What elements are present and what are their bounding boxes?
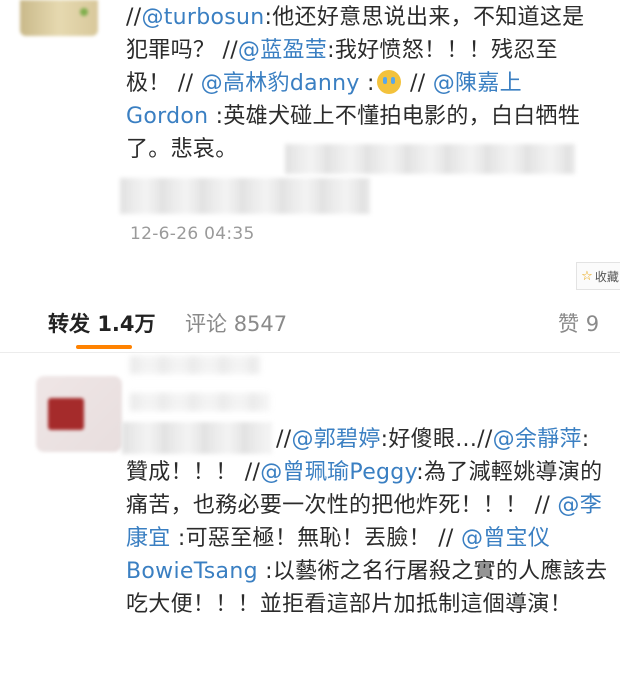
divider xyxy=(0,352,620,353)
tab-comments-label: 评论 xyxy=(185,312,227,336)
redacted-content xyxy=(285,144,575,174)
avatar[interactable] xyxy=(20,0,98,36)
comment-segment: // xyxy=(276,427,292,452)
comment-segment: // xyxy=(402,71,433,96)
tab-repost-count: 1.4万 xyxy=(97,312,156,336)
mention-link[interactable]: @曾珮瑜Peggy xyxy=(260,460,416,485)
favorite-button[interactable]: ☆ 收藏 xyxy=(576,262,620,290)
tab-likes[interactable]: 赞 9 xyxy=(558,308,599,338)
redacted-content xyxy=(120,178,370,214)
comment-segment: // xyxy=(126,5,142,30)
comment-segment: : xyxy=(359,71,375,96)
comment-segment: :好傻眼...// xyxy=(380,427,493,452)
comment-segment: :可惡至極！無恥！丟臉！ // xyxy=(170,526,461,551)
tab-repost[interactable]: 转发 1.4万 xyxy=(48,308,156,338)
comment-text: //@郭碧婷:好傻眼...//@余靜萍:贊成！！！ //@曾珮瑜Peggy:為了… xyxy=(126,423,610,675)
redacted-content xyxy=(130,356,260,374)
mention-link[interactable]: @蓝盈莹 xyxy=(238,38,327,63)
tab-repost-label: 转发 xyxy=(48,312,90,336)
favorite-label: 收藏 xyxy=(594,269,619,284)
tab-likes-label: 赞 xyxy=(558,312,579,336)
tab-comments-count: 8547 xyxy=(233,312,288,336)
crying-face-icon xyxy=(376,70,401,94)
tab-comments[interactable]: 评论 8547 xyxy=(185,308,287,338)
mention-link[interactable]: @高林豹danny xyxy=(201,71,360,96)
mention-link[interactable]: @余靜萍 xyxy=(493,427,582,452)
tab-active-indicator xyxy=(76,345,132,349)
comment-timestamp: 12-6-26 04:35 xyxy=(130,224,255,244)
avatar[interactable] xyxy=(36,376,122,452)
tab-likes-count: 9 xyxy=(585,312,600,336)
mention-link[interactable]: @turbosun xyxy=(141,5,264,30)
mention-link[interactable]: @郭碧婷 xyxy=(291,427,380,452)
redacted-content xyxy=(130,393,270,411)
star-icon: ☆ xyxy=(581,268,593,284)
